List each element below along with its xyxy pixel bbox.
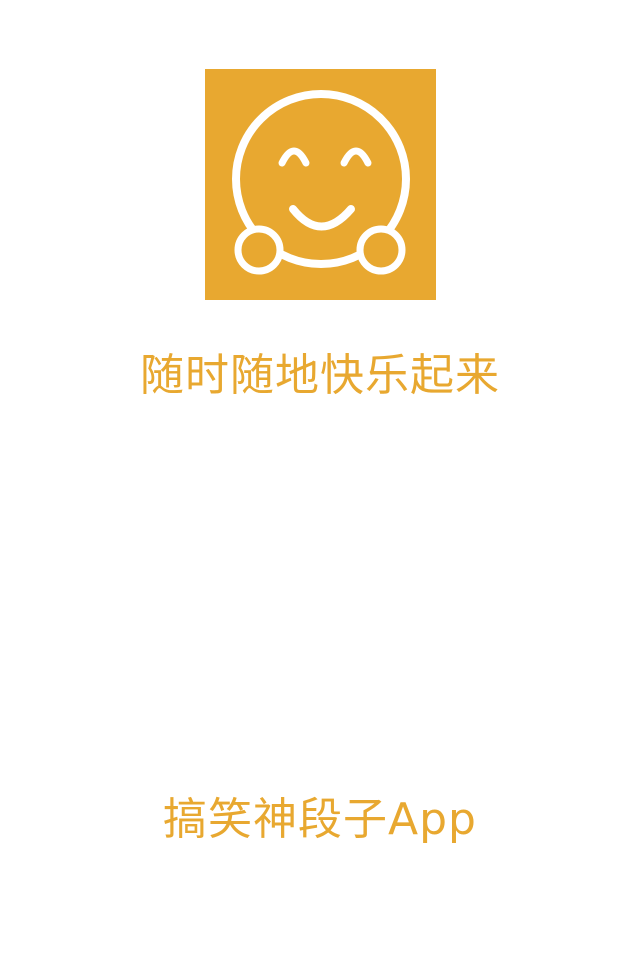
splash-screen: 随时随地快乐起来 搞笑神段子App: [0, 0, 640, 960]
smiley-face-icon: [205, 69, 436, 300]
slogan-text: 随时随地快乐起来: [140, 350, 500, 401]
app-logo: [205, 69, 436, 300]
app-name-text: 搞笑神段子App: [163, 794, 477, 845]
left-hand: [234, 225, 284, 275]
right-hand: [356, 225, 406, 275]
